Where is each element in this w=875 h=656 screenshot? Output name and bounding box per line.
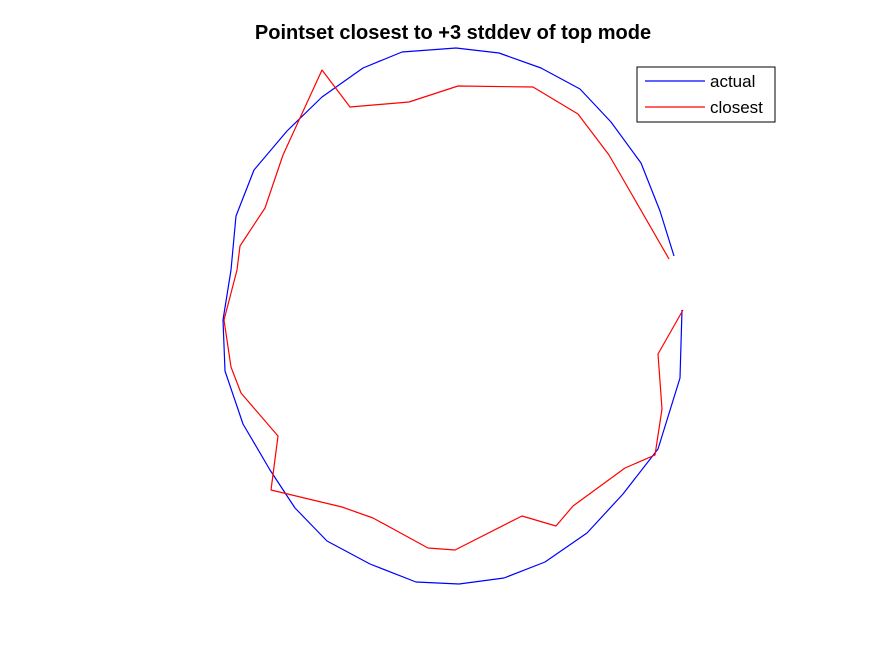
chart-title: Pointset closest to +3 stddev of top mod… [255, 22, 651, 44]
chart: Pointset closest to +3 stddev of top mod… [0, 0, 875, 656]
legend-label-closest: closest [710, 98, 763, 117]
legend-label-actual: actual [710, 72, 755, 91]
legend: actual closest [636, 66, 776, 123]
